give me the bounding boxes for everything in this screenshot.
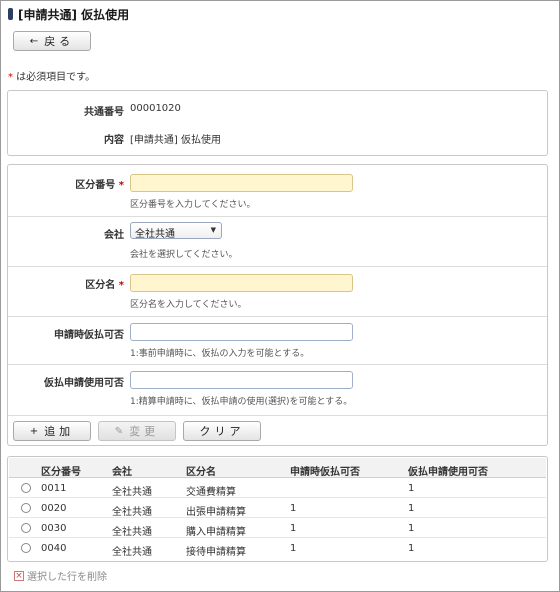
- required-star: *: [118, 180, 124, 191]
- divider: [8, 364, 547, 365]
- cell-division-name: 出張申請精算: [186, 507, 246, 518]
- cell-company: 全社共通: [112, 527, 152, 538]
- column-header-company: 会社: [112, 467, 132, 478]
- column-header-apply-advance: 申請時仮払可否: [290, 467, 360, 478]
- cell-division-no: 0020: [41, 503, 67, 514]
- cell-division-name: 接待申請精算: [186, 547, 246, 558]
- divider: [8, 316, 547, 317]
- caret-down-icon: ▼: [210, 226, 216, 234]
- division-no-label: 区分番号 *: [8, 176, 124, 191]
- column-header-advance-use: 仮払申請使用可否: [408, 467, 488, 478]
- table-row[interactable]: 0011 全社共通 交通費精算 1: [9, 479, 546, 498]
- table-row[interactable]: 0040 全社共通 接待申請精算 1 1: [9, 539, 546, 558]
- cell-division-name: 交通費精算: [186, 487, 236, 498]
- cell-division-no: 0030: [41, 523, 67, 534]
- divider: [8, 415, 547, 416]
- company-select[interactable]: 全社共通 ▼: [130, 222, 222, 240]
- cell-company: 全社共通: [112, 547, 152, 558]
- advance-use-label: 仮払申請使用可否: [44, 378, 124, 389]
- company-select-value: 全社共通: [135, 229, 175, 240]
- divider: [8, 216, 547, 217]
- cell-division-name: 購入申請精算: [186, 527, 246, 538]
- apply-advance-hint: 1:事前申請時に、仮払の入力を可能とする。: [130, 349, 310, 359]
- clear-button[interactable]: クリア: [183, 421, 261, 441]
- row-select-radio[interactable]: [21, 523, 31, 533]
- advance-use-input[interactable]: [130, 371, 353, 389]
- required-star: *: [118, 280, 124, 291]
- add-button[interactable]: + 追加: [13, 421, 91, 441]
- page-header: [申請共通] 仮払使用: [8, 6, 129, 22]
- required-note-text: は必須項目です。: [13, 72, 96, 83]
- apply-advance-label: 申請時仮払可否: [54, 330, 124, 341]
- data-table: 区分番号 会社 区分名 申請時仮払可否 仮払申請使用可否 0011 全社共通 交…: [7, 456, 548, 562]
- arrow-left-icon: ←: [29, 35, 39, 47]
- column-header-division-name: 区分名: [186, 467, 216, 478]
- division-name-label: 区分名 *: [8, 276, 124, 291]
- division-no-input[interactable]: [130, 174, 353, 192]
- delete-x-icon: ×: [14, 570, 24, 581]
- update-button-label: 変更: [129, 425, 160, 438]
- row-select-radio[interactable]: [21, 503, 31, 513]
- content-label: 内容: [104, 135, 124, 146]
- content-value: [申請共通] 仮払使用: [130, 135, 221, 146]
- back-button-label: 戻る: [44, 35, 75, 48]
- division-name-label-text: 区分名: [85, 280, 116, 291]
- cell-advance-use: 1: [408, 483, 415, 494]
- delete-selected-row-label: 選択した行を削除: [27, 572, 107, 583]
- cell-advance-use: 1: [408, 543, 415, 554]
- plus-icon: +: [29, 425, 39, 437]
- add-button-label: 追加: [44, 425, 75, 438]
- cell-apply-advance: 1: [290, 543, 297, 554]
- company-label: 会社: [104, 230, 124, 241]
- company-hint: 会社を選択してください。: [130, 250, 238, 260]
- cell-apply-advance: 1: [290, 503, 297, 514]
- info-panel: 共通番号 00001020 内容 [申請共通] 仮払使用: [7, 90, 548, 156]
- division-name-hint: 区分名を入力してください。: [130, 300, 247, 310]
- row-select-radio[interactable]: [21, 543, 31, 553]
- cell-company: 全社共通: [112, 487, 152, 498]
- division-name-input[interactable]: [130, 274, 353, 292]
- cell-company: 全社共通: [112, 507, 152, 518]
- cell-apply-advance: 1: [290, 523, 297, 534]
- clear-button-label: クリア: [199, 425, 245, 438]
- advance-use-hint: 1:精算申請時に、仮払申請の使用(選択)を可能とする。: [130, 397, 353, 407]
- title-marker-icon: [8, 8, 13, 20]
- cell-advance-use: 1: [408, 523, 415, 534]
- divider: [8, 266, 547, 267]
- common-no-label: 共通番号: [84, 107, 124, 118]
- cell-division-no: 0040: [41, 543, 67, 554]
- table-row[interactable]: 0020 全社共通 出張申請精算 1 1: [9, 499, 546, 518]
- pencil-icon: ✎: [114, 425, 124, 437]
- cell-advance-use: 1: [408, 503, 415, 514]
- cell-division-no: 0011: [41, 483, 67, 494]
- back-button[interactable]: ← 戻る: [13, 31, 91, 51]
- row-select-radio[interactable]: [21, 483, 31, 493]
- delete-selected-row-button[interactable]: × 選択した行を削除: [14, 568, 107, 583]
- division-no-label-text: 区分番号: [75, 180, 116, 191]
- update-button[interactable]: ✎ 変更: [98, 421, 176, 441]
- page-title: [申請共通] 仮払使用: [18, 7, 130, 22]
- table-row[interactable]: 0030 全社共通 購入申請精算 1 1: [9, 519, 546, 538]
- required-note: * は必須項目です。: [8, 68, 95, 83]
- apply-advance-input[interactable]: [130, 323, 353, 341]
- common-no-value: 00001020: [130, 103, 181, 114]
- column-header-division-no: 区分番号: [41, 467, 81, 478]
- table-header-row: 区分番号 会社 区分名 申請時仮払可否 仮払申請使用可否: [9, 458, 546, 478]
- division-no-hint: 区分番号を入力してください。: [130, 200, 256, 210]
- form-panel: 区分番号 * 区分番号を入力してください。 会社 全社共通 ▼ 会社を選択してく…: [7, 164, 548, 446]
